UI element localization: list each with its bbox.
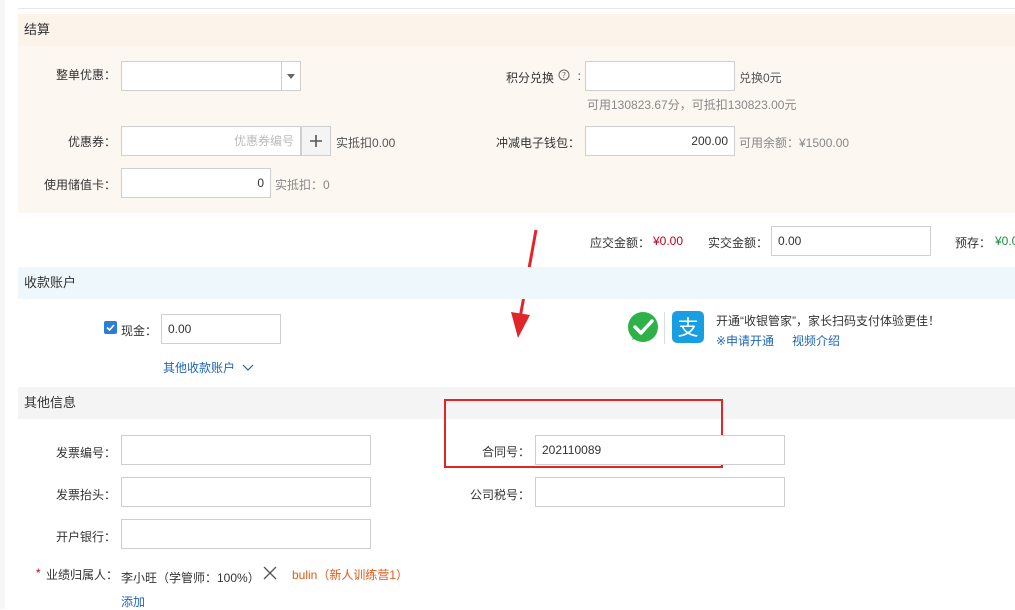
required-mark: * (36, 566, 41, 580)
points-exchange-text: 兑换0元 (739, 71, 782, 85)
cash-checkbox[interactable] (104, 321, 117, 334)
wechat-pay-icon (626, 311, 660, 345)
chevron-down-icon (242, 364, 254, 371)
prepaid-value: ¥0.0 (995, 234, 1015, 248)
cash-input[interactable]: 0.00 (161, 314, 281, 344)
wallet-balance-text: 可用余额：¥1500.00 (739, 136, 850, 150)
other-accounts-link[interactable]: 其他收款账户 (163, 359, 254, 376)
left-rail (0, 0, 5, 609)
invoice-no-input[interactable] (121, 435, 371, 465)
tax-no-label: 公司税号： (469, 488, 530, 502)
owner-value: 李小旺（学管师：100%） (121, 571, 260, 585)
promo-text: 开通“收银管家”，家长扫码支付体验更佳！ (716, 314, 940, 328)
bank-input[interactable] (121, 519, 371, 549)
payable-value: ¥0.00 (653, 234, 684, 248)
owner-extra: bulin（新人训练营1） (292, 568, 409, 582)
stored-card-deduct-text: 实抵扣：0 (275, 178, 330, 192)
invoice-title-label: 发票抬头： (55, 488, 116, 502)
settlement-title: 结算 (18, 14, 1015, 46)
points-colon: : (577, 69, 581, 83)
wallet-input[interactable]: 200.00 (585, 126, 735, 156)
close-icon (263, 566, 277, 580)
points-input[interactable] (585, 61, 735, 91)
help-icon[interactable]: ? (558, 69, 570, 81)
top-divider (18, 0, 1015, 9)
points-label: 积分兑换 (505, 71, 554, 85)
stored-card-label: 使用储值卡： (43, 178, 116, 192)
order-discount-select[interactable] (121, 61, 301, 91)
stored-card-input[interactable]: 0 (121, 168, 271, 198)
prepaid-label: 预存： (955, 236, 992, 250)
add-coupon-button[interactable] (301, 126, 331, 156)
actual-label: 实交金额： (708, 236, 769, 250)
points-available-text: 可用130823.67分，可抵扣130823.00元 (587, 98, 797, 112)
wallet-label: 冲减电子钱包： (495, 136, 580, 150)
svg-text:支: 支 (678, 316, 699, 340)
svg-text:?: ? (562, 71, 566, 80)
owner-label: 业绩归属人： (46, 568, 119, 582)
cash-label: 现金： (121, 324, 158, 338)
remove-owner-button[interactable] (263, 566, 277, 580)
apply-link[interactable]: ※申请开通 (716, 332, 774, 349)
invoice-no-label: 发票编号： (55, 446, 116, 460)
tax-no-input[interactable] (535, 477, 785, 507)
pay-divider (664, 312, 665, 344)
bank-label: 开户银行： (55, 530, 116, 544)
actual-amount-input[interactable]: 0.00 (771, 226, 931, 256)
account-title: 收款账户 (18, 267, 1015, 299)
invoice-title-input[interactable] (121, 477, 371, 507)
plus-icon (310, 135, 322, 147)
coupon-deduct-text: 实抵扣0.00 (336, 136, 396, 150)
order-discount-label: 整单优惠： (55, 68, 116, 82)
alipay-icon: 支 (672, 311, 704, 343)
contract-no-label: 合同号： (481, 445, 530, 459)
add-owner-link[interactable]: 添加 (121, 593, 145, 610)
coupon-input[interactable]: 优惠券编号 (121, 126, 301, 156)
check-icon (106, 324, 115, 331)
coupon-label: 优惠券： (67, 135, 116, 149)
payable-label: 应交金额： (590, 236, 651, 250)
other-accounts-label: 其他收款账户 (163, 361, 236, 375)
contract-no-input[interactable]: 202110089 (535, 435, 785, 465)
video-link[interactable]: 视频介绍 (792, 332, 840, 349)
dropdown-arrow-icon[interactable] (281, 62, 300, 90)
